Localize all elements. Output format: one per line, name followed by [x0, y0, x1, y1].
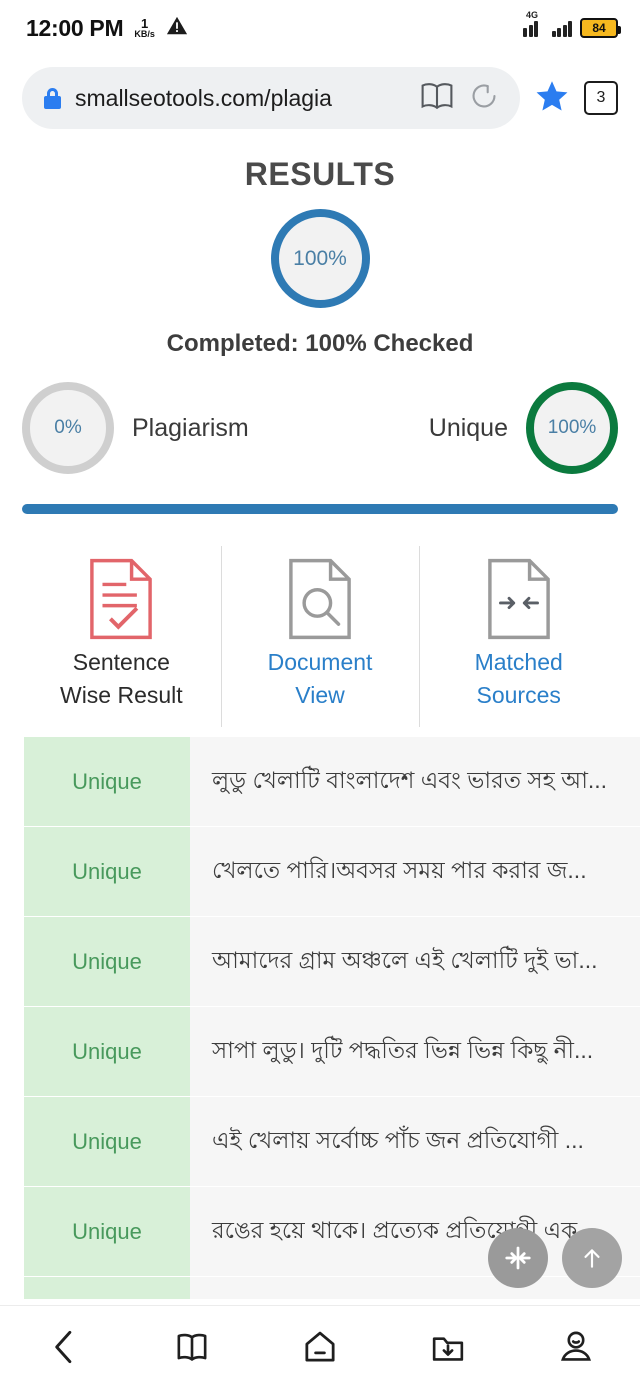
network-speed-indicator: 1 KB/s	[134, 17, 155, 39]
plagiarism-label: Plagiarism	[132, 414, 249, 443]
star-icon[interactable]	[534, 78, 570, 119]
stats-row: 0% Plagiarism Unique 100%	[0, 382, 640, 474]
lock-icon	[44, 88, 61, 109]
collapse-horizontal-icon[interactable]	[488, 1228, 548, 1288]
overall-progress-circle: 100%	[271, 209, 370, 308]
sentence-text[interactable]: এই খেলায় সর্বোচ্চ পাঁচ জন প্রতিযোগী ...	[190, 1097, 640, 1186]
url-text[interactable]: smallseotools.com/plagia	[75, 85, 406, 112]
unique-stat: Unique 100%	[429, 382, 618, 474]
view-tabs: Sentence Wise Result Document View	[0, 542, 640, 731]
battery-level: 84	[592, 21, 605, 35]
status-badge	[24, 1277, 190, 1299]
address-bar[interactable]: smallseotools.com/plagia	[22, 67, 520, 129]
document-arrows-icon	[483, 558, 555, 640]
warning-triangle-icon	[166, 15, 188, 42]
tab-label-line2: View	[295, 682, 344, 708]
bottom-navigation-bar	[0, 1305, 640, 1387]
status-bar: 12:00 PM 1 KB/s 4G 84	[0, 0, 640, 56]
status-bar-left: 12:00 PM 1 KB/s	[26, 15, 188, 42]
table-row[interactable]: Unique আমাদের গ্রাম অঞ্চলে এই খেলাটি দুই…	[0, 917, 640, 1006]
signal-bars-icon	[552, 19, 573, 37]
document-search-icon	[284, 558, 356, 640]
tab-label-line2: Sources	[476, 682, 560, 708]
status-badge: Unique	[24, 827, 190, 916]
tab-document-view[interactable]: Document View	[221, 542, 420, 731]
status-bar-right: 4G 84	[521, 18, 618, 38]
unique-percent-ring: 100%	[526, 382, 618, 474]
scroll-up-arrow-icon[interactable]	[562, 1228, 622, 1288]
profile-person-icon[interactable]	[526, 1306, 626, 1388]
sentence-result-list: Unique লুডু খেলাটি বাংলাদেশ এবং ভারত সহ …	[0, 737, 640, 1299]
sentence-text[interactable]: লুডু খেলাটি বাংলাদেশ এবং ভারত সহ আ...	[190, 737, 640, 826]
status-badge: Unique	[24, 917, 190, 1006]
completed-status-text: Completed: 100% Checked	[0, 330, 640, 358]
signal-4g-icon: 4G	[521, 19, 544, 37]
unique-label: Unique	[429, 414, 508, 443]
document-check-icon	[85, 558, 157, 640]
home-icon[interactable]	[270, 1306, 370, 1388]
tab-label-line1: Document	[268, 649, 373, 675]
status-badge: Unique	[24, 737, 190, 826]
book-icon[interactable]	[420, 81, 454, 116]
floating-action-buttons	[488, 1228, 622, 1288]
tab-sentence-wise-result[interactable]: Sentence Wise Result	[22, 542, 221, 731]
clock-time: 12:00 PM	[26, 15, 123, 42]
signal-4g-label: 4G	[526, 10, 538, 20]
tab-label-line1: Sentence	[73, 649, 170, 675]
table-row[interactable]: Unique সাপা লুডু। দুটি পদ্ধতির ভিন্ন ভিন…	[0, 1007, 640, 1096]
page-content: RESULTS 100% Completed: 100% Checked 0% …	[0, 156, 640, 1299]
tab-count-button[interactable]: 3	[584, 81, 618, 115]
downloads-folder-icon[interactable]	[398, 1306, 498, 1388]
sentence-text[interactable]: আমাদের গ্রাম অঞ্চলে এই খেলাটি দুই ভা...	[190, 917, 640, 1006]
sentence-text[interactable]: সাপা লুডু। দুটি পদ্ধতির ভিন্ন ভিন্ন কিছু…	[190, 1007, 640, 1096]
plagiarism-percent-ring: 0%	[22, 382, 114, 474]
progress-bar	[22, 504, 618, 514]
network-speed-unit: KB/s	[134, 30, 155, 39]
reload-icon[interactable]	[468, 80, 500, 117]
back-chevron-icon[interactable]	[14, 1306, 114, 1388]
battery-icon: 84	[580, 18, 618, 38]
status-badge: Unique	[24, 1187, 190, 1276]
tab-label-line1: Matched	[475, 649, 563, 675]
sentence-text[interactable]: খেলতে পারি।অবসর সময় পার করার জ...	[190, 827, 640, 916]
main-progress-wrap: 100%	[0, 209, 640, 308]
tab-matched-sources[interactable]: Matched Sources	[419, 542, 618, 731]
status-badge: Unique	[24, 1097, 190, 1186]
browser-toolbar: smallseotools.com/plagia 3	[0, 56, 640, 140]
page-title: RESULTS	[0, 156, 640, 193]
table-row[interactable]: Unique খেলতে পারি।অবসর সময় পার করার জ..…	[0, 827, 640, 916]
bookmarks-book-icon[interactable]	[142, 1306, 242, 1388]
plagiarism-stat: 0% Plagiarism	[22, 382, 249, 474]
tab-label-line2: Wise Result	[60, 682, 183, 708]
status-badge: Unique	[24, 1007, 190, 1096]
table-row[interactable]: Unique লুডু খেলাটি বাংলাদেশ এবং ভারত সহ …	[0, 737, 640, 826]
table-row[interactable]: Unique এই খেলায় সর্বোচ্চ পাঁচ জন প্রতিয…	[0, 1097, 640, 1186]
